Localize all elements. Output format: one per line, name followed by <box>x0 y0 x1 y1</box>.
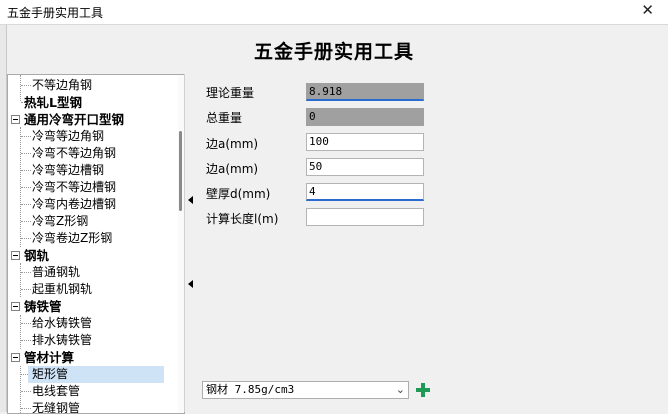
window-title: 五金手册实用工具 <box>7 6 104 20</box>
tree-group[interactable]: 钢轨 <box>8 247 176 264</box>
theoretical-weight-field[interactable]: 8.918 <box>306 83 424 101</box>
collapse-left-icon[interactable] <box>188 280 193 288</box>
wall-thickness-field[interactable]: 4 <box>306 183 424 201</box>
total-weight-field[interactable]: 0 <box>306 108 424 126</box>
calculation-panel: 理论重量 8.918 总重量 0 边a(mm) 100 边a(mm) 50 壁厚… <box>196 74 668 412</box>
chevron-down-icon[interactable]: ⌄ <box>396 382 405 398</box>
tree-item[interactable]: 不等边角钢 <box>8 77 176 94</box>
tree-item[interactable]: 冷弯等边角钢 <box>8 128 176 145</box>
tree-group-label: 铸铁管 <box>24 299 62 314</box>
tree-item[interactable]: 电线套管 <box>8 383 176 400</box>
app-header: 五金手册实用工具 <box>0 25 668 73</box>
tree-item-label: 给水铸铁管 <box>32 316 93 330</box>
collapse-icon[interactable] <box>11 302 20 311</box>
collapse-icon[interactable] <box>11 115 20 124</box>
tree-item-label: 冷弯等边槽钢 <box>32 163 105 177</box>
field-label: 理论重量 <box>206 86 255 100</box>
material-select[interactable]: 钢材 7.85g/cm3 ⌄ <box>202 381 409 399</box>
collapse-icon[interactable] <box>11 251 20 260</box>
tree-item-label: 热轧L型钢 <box>24 95 82 110</box>
tree-item[interactable]: 普通钢轨 <box>8 264 176 281</box>
scrollbar-thumb[interactable] <box>179 131 182 211</box>
tree-item-label: 冷弯等边角钢 <box>32 129 105 143</box>
tree-group[interactable]: 铸铁管 <box>8 298 176 315</box>
tree-group[interactable]: 管材计算 <box>8 349 176 366</box>
length-field[interactable] <box>306 208 424 226</box>
field-label: 总重量 <box>206 111 243 125</box>
tree-group[interactable]: 通用冷弯开口型钢 <box>8 111 176 128</box>
material-value: 钢材 7.85g/cm3 <box>206 383 295 396</box>
window-left-border <box>0 25 7 412</box>
tree-item-label: 起重机钢轨 <box>32 282 93 296</box>
tree-item-label: 普通钢轨 <box>32 265 81 279</box>
tree-item[interactable]: 冷弯Z形钢 <box>8 213 176 230</box>
tree-item-label: 冷弯内卷边槽钢 <box>32 197 117 211</box>
field-label: 边a(mm) <box>206 162 259 176</box>
tree-item[interactable]: 冷弯不等边槽钢 <box>8 179 176 196</box>
tree-item-selected[interactable]: 矩形管 <box>28 366 164 383</box>
tree-item[interactable]: 冷弯内卷边槽钢 <box>8 196 176 213</box>
page-title: 五金手册实用工具 <box>253 41 414 63</box>
side-a-field[interactable]: 100 <box>306 133 424 151</box>
tree-item-label: 排水铸铁管 <box>32 333 93 347</box>
tree-item[interactable]: 冷弯卷边Z形钢 <box>8 230 176 247</box>
tree-item-label: 冷弯卷边Z形钢 <box>32 231 113 245</box>
tree-item[interactable]: 起重机钢轨 <box>8 281 176 298</box>
field-label: 边a(mm) <box>206 137 259 151</box>
tree-item[interactable]: 热轧L型钢 <box>8 94 176 111</box>
field-label: 壁厚d(mm) <box>206 187 271 201</box>
tree-item-label: 电线套管 <box>32 384 81 398</box>
title-bar: 五金手册实用工具 ✕ <box>0 0 668 25</box>
tree-item-label: 冷弯不等边角钢 <box>32 146 117 160</box>
collapse-left-icon[interactable] <box>188 196 193 204</box>
tree-group-label: 通用冷弯开口型钢 <box>24 112 125 127</box>
field-label: 计算长度l(m) <box>206 212 279 226</box>
category-tree[interactable]: 不等边角钢 热轧L型钢 通用冷弯开口型钢 冷弯等边角钢 冷弯不等边角钢 冷弯等边… <box>7 74 185 414</box>
tree-item[interactable]: 排水铸铁管 <box>8 332 176 349</box>
tree-item[interactable]: 给水铸铁管 <box>8 315 176 332</box>
tree-item-label: 冷弯不等边槽钢 <box>32 180 117 194</box>
tree-item[interactable]: 冷弯不等边角钢 <box>8 145 176 162</box>
tree-group-label: 钢轨 <box>24 248 50 263</box>
tree-item-label: 不等边角钢 <box>32 78 93 92</box>
add-material-button[interactable] <box>415 382 431 398</box>
tree-item-label: 冷弯Z形钢 <box>32 214 89 228</box>
close-icon[interactable]: ✕ <box>641 1 654 19</box>
tree-item[interactable]: 冷弯等边槽钢 <box>8 162 176 179</box>
tree-group-label: 管材计算 <box>24 350 75 365</box>
tree-item-label: 矩形管 <box>32 367 69 381</box>
side-b-field[interactable]: 50 <box>306 158 424 176</box>
collapse-icon[interactable] <box>11 353 20 362</box>
